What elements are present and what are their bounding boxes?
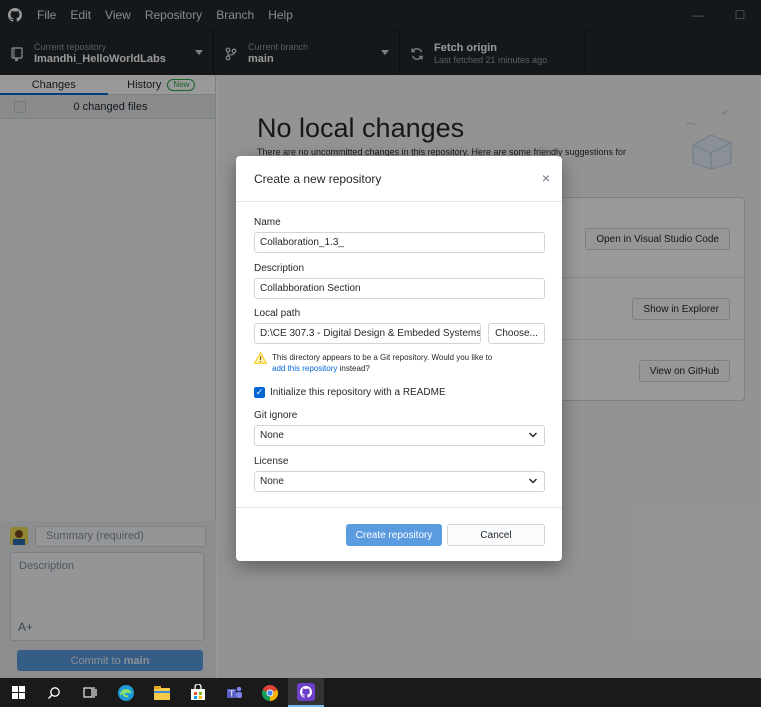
description-input[interactable]: Collabboration Section: [254, 278, 545, 299]
license-value: None: [260, 476, 284, 487]
name-label: Name: [254, 217, 281, 228]
task-view-icon[interactable]: [72, 678, 108, 707]
github-desktop-icon[interactable]: [288, 678, 324, 707]
dialog-header: Create a new repository ×: [236, 156, 562, 202]
edge-icon[interactable]: [108, 678, 144, 707]
license-label: License: [254, 456, 289, 467]
name-input[interactable]: Collaboration_1.3_: [254, 232, 545, 253]
local-path-label: Local path: [254, 308, 301, 319]
chevron-down-icon: [528, 475, 538, 490]
dialog-title: Create a new repository: [254, 171, 382, 186]
chrome-icon[interactable]: [252, 678, 288, 707]
create-repository-dialog: Create a new repository × Name Collabora…: [236, 156, 562, 561]
warning-text: This directory appears to be a Git repos…: [272, 353, 493, 362]
repository-warning: This directory appears to be a Git repos…: [253, 351, 544, 374]
license-select[interactable]: None: [254, 471, 545, 492]
create-repository-button[interactable]: Create repository: [346, 524, 442, 546]
dialog-footer: Create repository Cancel: [236, 507, 562, 561]
search-icon[interactable]: [36, 678, 72, 707]
chevron-down-icon: [528, 429, 538, 444]
store-icon[interactable]: [180, 678, 216, 707]
add-repository-link[interactable]: add this repository: [272, 364, 337, 373]
gitignore-label: Git ignore: [254, 410, 298, 421]
warning-icon: [253, 351, 268, 374]
description-label: Description: [254, 263, 305, 274]
taskbar: T: [0, 678, 761, 707]
gitignore-value: None: [260, 430, 284, 441]
readme-label: Initialize this repository with a README: [270, 387, 446, 398]
close-icon[interactable]: ×: [542, 170, 550, 186]
choose-button[interactable]: Choose...: [488, 323, 545, 344]
svg-text:T: T: [228, 689, 234, 698]
warning-suffix: instead?: [337, 364, 370, 373]
readme-checkbox[interactable]: ✓: [254, 387, 265, 398]
file-explorer-icon[interactable]: [144, 678, 180, 707]
windows-start-icon[interactable]: [0, 678, 36, 707]
readme-option[interactable]: ✓ Initialize this repository with a READ…: [254, 387, 446, 398]
gitignore-select[interactable]: None: [254, 425, 545, 446]
teams-icon[interactable]: T: [216, 678, 252, 707]
local-path-input[interactable]: D:\CE 307.3 - Digital Design & Embeded S…: [254, 323, 481, 344]
cancel-button[interactable]: Cancel: [447, 524, 545, 546]
